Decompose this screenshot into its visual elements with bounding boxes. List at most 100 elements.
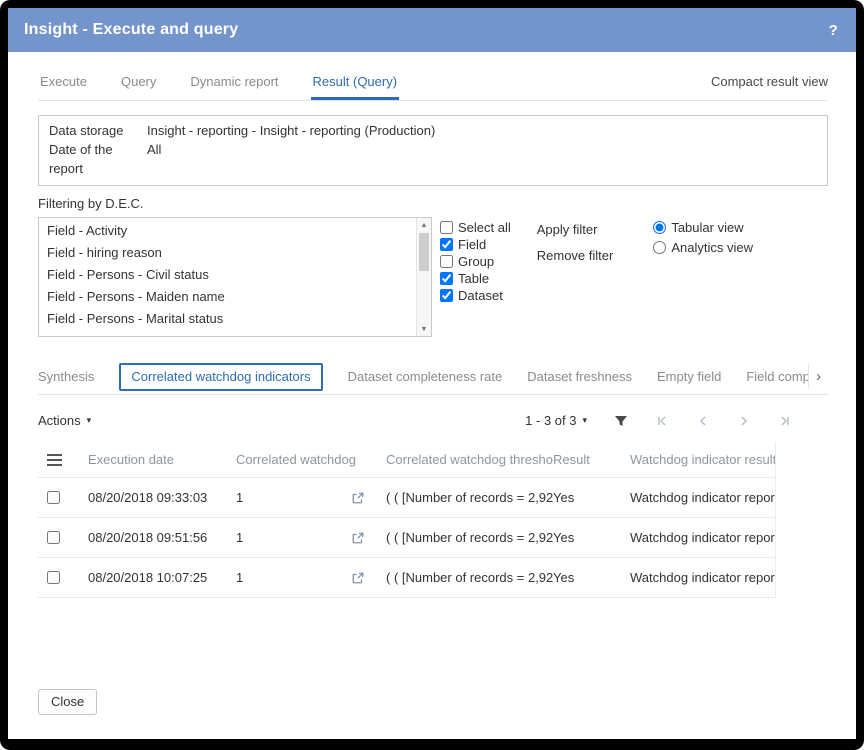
main-tabs: Execute Query Dynamic report Result (Que… (38, 70, 399, 100)
checkbox-label: Field (458, 236, 486, 253)
checkbox-group[interactable]: Group (440, 253, 511, 270)
watchdog-report-link[interactable]: Watchdog indicator report (630, 570, 775, 585)
group-checkbox[interactable] (440, 255, 453, 268)
watchdog-report-link[interactable]: Watchdog indicator report (630, 530, 775, 545)
table-row[interactable]: 08/20/2018 10:07:25 1 ( ( [Number of rec… (38, 558, 775, 598)
result-cell: Yes (553, 530, 630, 545)
close-button[interactable]: Close (38, 689, 97, 715)
chevron-down-icon: ▾ (87, 415, 92, 426)
correlated-watchdog-cell: 1 (236, 570, 386, 585)
column-correlated-watchdog-threshold: Correlated watchdog thresho (386, 452, 553, 467)
actions-menu-button[interactable]: Actions ▾ (38, 413, 91, 428)
compact-result-view-link[interactable]: Compact result view (711, 74, 828, 100)
pagination-range-dropdown[interactable]: 1 - 3 of 3 ▾ (525, 413, 587, 428)
list-item[interactable]: Field - Activity (39, 220, 416, 242)
dialog-footer: Close (38, 689, 828, 739)
table-checkbox[interactable] (440, 272, 453, 285)
help-button[interactable]: ? (829, 22, 838, 39)
correlated-watchdog-cell: 1 (236, 490, 386, 505)
scroll-up-icon[interactable]: ▲ (417, 218, 431, 232)
row-select-cell (38, 568, 88, 587)
column-menu-icon[interactable] (47, 454, 62, 466)
list-item[interactable]: Field - hiring reason (39, 242, 416, 264)
external-link-icon[interactable] (352, 492, 364, 504)
last-page-icon[interactable] (778, 414, 792, 428)
checkbox-label: Dataset (458, 287, 503, 304)
tabs-scroll-right-button[interactable]: › (808, 363, 828, 389)
table-row[interactable]: 08/20/2018 09:51:56 1 ( ( [Number of rec… (38, 518, 775, 558)
column-menu-cell (38, 454, 88, 466)
execution-date-cell: 08/20/2018 10:07:25 (88, 570, 236, 585)
info-row-report-date: Date of the report All (49, 140, 817, 178)
main-tabbar: Execute Query Dynamic report Result (Que… (38, 70, 828, 101)
select-all-checkbox[interactable] (440, 221, 453, 234)
range-label: 1 - 3 of 3 (525, 413, 576, 428)
tab-query[interactable]: Query (119, 70, 158, 100)
data-storage-value: Insight - reporting - Insight - reportin… (147, 121, 435, 140)
filter-actions: Apply filter Remove filter (537, 217, 614, 274)
watchdog-report-cell: Watchdog indicator report (630, 570, 775, 585)
checkbox-label: Table (458, 270, 489, 287)
dialog-content: Execute Query Dynamic report Result (Que… (8, 52, 856, 739)
watchdog-count: 1 (236, 570, 243, 585)
next-page-icon[interactable] (737, 414, 751, 428)
scrollbar-track[interactable] (417, 232, 431, 322)
previous-page-icon[interactable] (696, 414, 710, 428)
listbox-scrollbar[interactable]: ▲ ▼ (416, 218, 431, 336)
table-row[interactable]: 08/20/2018 09:33:03 1 ( ( [Number of rec… (38, 478, 775, 518)
checkbox-label: Select all (458, 219, 511, 236)
tab-dataset-freshness[interactable]: Dataset freshness (527, 369, 632, 384)
table-header-row: Execution date Correlated watchdog Corre… (38, 442, 775, 478)
execution-date-cell: 08/20/2018 09:51:56 (88, 530, 236, 545)
watchdog-count: 1 (236, 530, 243, 545)
tab-dynamic-report[interactable]: Dynamic report (188, 70, 280, 100)
checkbox-label: Group (458, 253, 494, 270)
dataset-checkbox[interactable] (440, 289, 453, 302)
window-title: Insight - Execute and query (24, 21, 238, 39)
filter-funnel-icon[interactable] (614, 414, 628, 428)
remove-filter-button[interactable]: Remove filter (537, 248, 614, 263)
row-checkbox[interactable] (47, 571, 60, 584)
tab-result-query[interactable]: Result (Query) (311, 70, 400, 100)
report-date-label: Date of the report (49, 140, 147, 178)
checkbox-select-all[interactable]: Select all (440, 219, 511, 236)
scrollbar-thumb[interactable] (419, 233, 429, 271)
row-checkbox[interactable] (47, 491, 60, 504)
list-item[interactable]: Field - Persons - Marital status (39, 308, 416, 330)
dec-list-items: Field - Activity Field - hiring reason F… (39, 218, 416, 336)
tabular-view-option[interactable]: Tabular view (653, 220, 753, 235)
threshold-cell: ( ( [Number of records = 2,92 (386, 570, 553, 585)
result-tabbar: Synthesis Correlated watchdog indicators… (38, 359, 828, 395)
column-execution-date: Execution date (88, 452, 236, 467)
tabular-view-radio[interactable] (653, 221, 666, 234)
list-item[interactable]: Field - Persons - Civil status (39, 264, 416, 286)
analytics-view-option[interactable]: Analytics view (653, 240, 753, 255)
checkbox-dataset[interactable]: Dataset (440, 287, 511, 304)
table-toolbar: Actions ▾ 1 - 3 of 3 ▾ (38, 413, 828, 428)
filter-row: Field - Activity Field - hiring reason F… (38, 217, 828, 337)
checkbox-field[interactable]: Field (440, 236, 511, 253)
column-correlated-watchdog: Correlated watchdog (236, 452, 386, 467)
field-checkbox[interactable] (440, 238, 453, 251)
watchdog-count: 1 (236, 490, 243, 505)
data-storage-label: Data storage (49, 121, 147, 140)
analytics-view-radio[interactable] (653, 241, 666, 254)
watchdog-report-link[interactable]: Watchdog indicator report (630, 490, 775, 505)
results-table: Execution date Correlated watchdog Corre… (38, 442, 776, 598)
checkbox-table[interactable]: Table (440, 270, 511, 287)
watchdog-report-cell: Watchdog indicator report (630, 490, 775, 505)
row-checkbox[interactable] (47, 531, 60, 544)
tab-correlated-watchdog-indicators[interactable]: Correlated watchdog indicators (119, 363, 322, 391)
external-link-icon[interactable] (352, 572, 364, 584)
scroll-down-icon[interactable]: ▼ (417, 322, 431, 336)
list-item[interactable]: Field - Persons - Maiden name (39, 286, 416, 308)
first-page-icon[interactable] (655, 414, 669, 428)
tab-execute[interactable]: Execute (38, 70, 89, 100)
tab-synthesis[interactable]: Synthesis (38, 369, 94, 384)
apply-filter-button[interactable]: Apply filter (537, 222, 614, 237)
tab-empty-field[interactable]: Empty field (657, 369, 721, 384)
threshold-cell: ( ( [Number of records = 2,92 (386, 530, 553, 545)
tab-dataset-completeness-rate[interactable]: Dataset completeness rate (348, 369, 503, 384)
external-link-icon[interactable] (352, 532, 364, 544)
dec-listbox[interactable]: Field - Activity Field - hiring reason F… (38, 217, 432, 337)
